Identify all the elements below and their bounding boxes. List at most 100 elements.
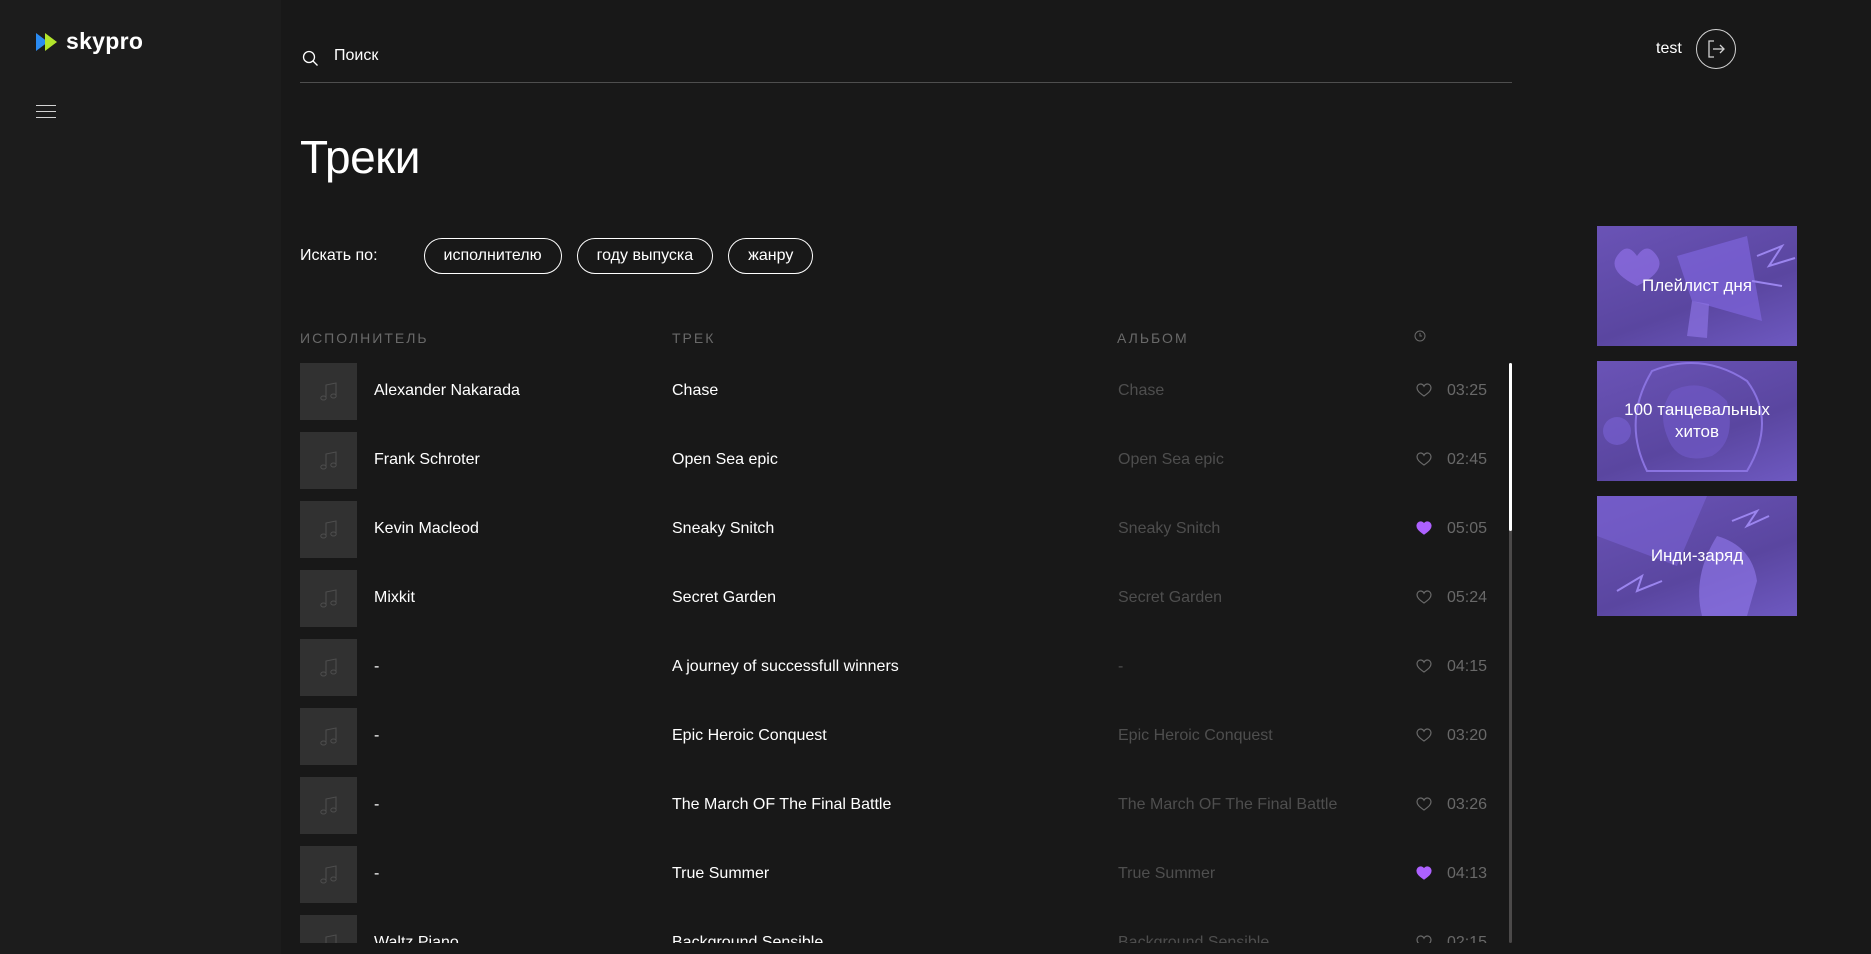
track-row[interactable]: Alexander Nakarada Chase Chase 03:25	[300, 363, 1500, 432]
track-duration: 04:15	[1447, 658, 1488, 675]
logo-play-icon	[36, 32, 57, 51]
like-heart-icon[interactable]	[1416, 728, 1432, 742]
menu-burger-icon[interactable]	[36, 105, 56, 121]
track-cover	[300, 639, 357, 696]
track-duration: 02:15	[1447, 934, 1488, 943]
track-album[interactable]: The March OF The Final Battle	[1118, 796, 1337, 814]
playlist-card-indie[interactable]: Инди-заряд	[1597, 496, 1797, 616]
music-note-icon	[319, 589, 337, 608]
logo[interactable]: skypro	[36, 28, 143, 55]
like-heart-icon[interactable]	[1416, 935, 1432, 943]
track-artist[interactable]: Alexander Nakarada	[374, 382, 520, 400]
track-album[interactable]: -	[1118, 658, 1123, 676]
scrollbar-thumb[interactable]	[1509, 363, 1512, 531]
playlist-title: Плейлист дня	[1641, 276, 1753, 295]
track-duration: 03:26	[1447, 796, 1488, 813]
track-artist[interactable]: Kevin Macleod	[374, 520, 479, 538]
track-title[interactable]: Secret Garden	[672, 589, 776, 607]
track-duration: 05:05	[1447, 520, 1488, 537]
track-album[interactable]: Background Sensible	[1118, 934, 1269, 943]
track-artist[interactable]: -	[374, 658, 379, 676]
track-cover	[300, 570, 357, 627]
column-header-track: ТРЕК	[672, 330, 716, 346]
playlist-title: Инди-заряд	[1650, 546, 1744, 565]
track-duration: 03:25	[1447, 382, 1488, 399]
track-album[interactable]: Sneaky Snitch	[1118, 520, 1220, 538]
track-album[interactable]: True Summer	[1118, 865, 1215, 883]
track-album[interactable]: Open Sea epic	[1118, 451, 1224, 469]
like-heart-icon[interactable]	[1416, 797, 1432, 811]
track-cover	[300, 432, 357, 489]
sidebar-nav: skypro	[0, 0, 281, 954]
track-title[interactable]: The March OF The Final Battle	[672, 796, 891, 814]
filter-bar: Искать по: исполнителю году выпуска жанр…	[300, 238, 828, 274]
music-note-icon	[319, 451, 337, 470]
track-album[interactable]: Epic Heroic Conquest	[1118, 727, 1273, 745]
track-row[interactable]: - True Summer True Summer 04:13	[300, 846, 1500, 915]
clock-icon	[1414, 330, 1426, 342]
track-artist[interactable]: Waltz Piano	[374, 934, 459, 943]
filter-genre-button[interactable]: жанру	[728, 238, 814, 274]
track-artist[interactable]: -	[374, 727, 379, 745]
column-header-album: АЛЬБОМ	[1117, 330, 1189, 346]
like-heart-icon[interactable]	[1416, 866, 1432, 880]
track-artist[interactable]: -	[374, 865, 379, 883]
playlist-card-daily[interactable]: Плейлист дня	[1597, 226, 1797, 346]
track-cover	[300, 363, 357, 420]
track-row[interactable]: - A journey of successfull winners - 04:15	[300, 639, 1500, 708]
track-album[interactable]: Chase	[1118, 382, 1164, 400]
track-row[interactable]: Frank Schroter Open Sea epic Open Sea epic…	[300, 432, 1500, 501]
track-duration: 05:24	[1447, 589, 1488, 606]
user-name[interactable]: test	[1656, 40, 1682, 58]
track-title[interactable]: A journey of successfull winners	[672, 658, 899, 676]
column-header-artist: ИСПОЛНИТЕЛЬ	[300, 330, 429, 346]
logo-text: skypro	[66, 28, 144, 54]
like-heart-icon[interactable]	[1416, 452, 1432, 466]
search-icon	[302, 50, 318, 66]
filter-label: Искать по:	[300, 247, 378, 264]
search-bar	[300, 30, 1512, 83]
track-cover	[300, 777, 357, 834]
user-panel: test	[1656, 29, 1736, 69]
track-row[interactable]: Kevin Macleod Sneaky Snitch Sneaky Snitch 0…	[300, 501, 1500, 570]
like-heart-icon[interactable]	[1416, 590, 1432, 604]
track-cover	[300, 915, 357, 943]
track-title[interactable]: Sneaky Snitch	[672, 520, 774, 538]
playlist-card-dance-hits[interactable]: 100 танцевальных хитов	[1597, 361, 1797, 481]
search-input[interactable]	[332, 46, 936, 66]
track-row[interactable]: - Epic Heroic Conquest Epic Heroic Conques…	[300, 708, 1500, 777]
like-heart-icon[interactable]	[1416, 383, 1432, 397]
music-note-icon	[319, 865, 337, 884]
like-heart-icon[interactable]	[1416, 521, 1432, 535]
track-duration: 04:13	[1447, 865, 1488, 882]
track-title[interactable]: Background Sensible	[672, 934, 823, 943]
logout-icon	[1708, 40, 1725, 58]
track-cover	[300, 846, 357, 903]
track-title[interactable]: Epic Heroic Conquest	[672, 727, 827, 745]
track-row[interactable]: Waltz Piano Background Sensible Background…	[300, 915, 1500, 943]
music-note-icon	[319, 382, 337, 401]
music-note-icon	[319, 796, 337, 815]
logout-button[interactable]	[1695, 29, 1736, 69]
filter-year-button[interactable]: году выпуска	[576, 238, 714, 274]
track-title[interactable]: Open Sea epic	[672, 451, 778, 469]
music-note-icon	[319, 727, 337, 746]
track-duration: 03:20	[1447, 727, 1488, 744]
track-duration: 02:45	[1447, 451, 1488, 468]
track-album[interactable]: Secret Garden	[1118, 589, 1222, 607]
track-row[interactable]: Mixkit Secret Garden Secret Garden 05:24	[300, 570, 1500, 639]
track-row[interactable]: - The March OF The Final Battle The March …	[300, 777, 1500, 846]
track-artist[interactable]: Mixkit	[374, 589, 415, 607]
track-title[interactable]: True Summer	[672, 865, 769, 883]
track-artist[interactable]: Frank Schroter	[374, 451, 480, 469]
playlist-title: 100 танцевальных хитов	[1624, 400, 1770, 441]
like-heart-icon[interactable]	[1416, 659, 1432, 673]
filter-artist-button[interactable]: исполнителю	[423, 238, 562, 274]
track-title[interactable]: Chase	[672, 382, 718, 400]
track-artist[interactable]: -	[374, 796, 379, 814]
track-list: Alexander Nakarada Chase Chase 03:25 Frank S…	[300, 363, 1500, 943]
music-note-icon	[325, 934, 336, 943]
track-cover	[300, 708, 357, 765]
track-cover	[300, 501, 357, 558]
page-title: Треки	[300, 131, 421, 183]
